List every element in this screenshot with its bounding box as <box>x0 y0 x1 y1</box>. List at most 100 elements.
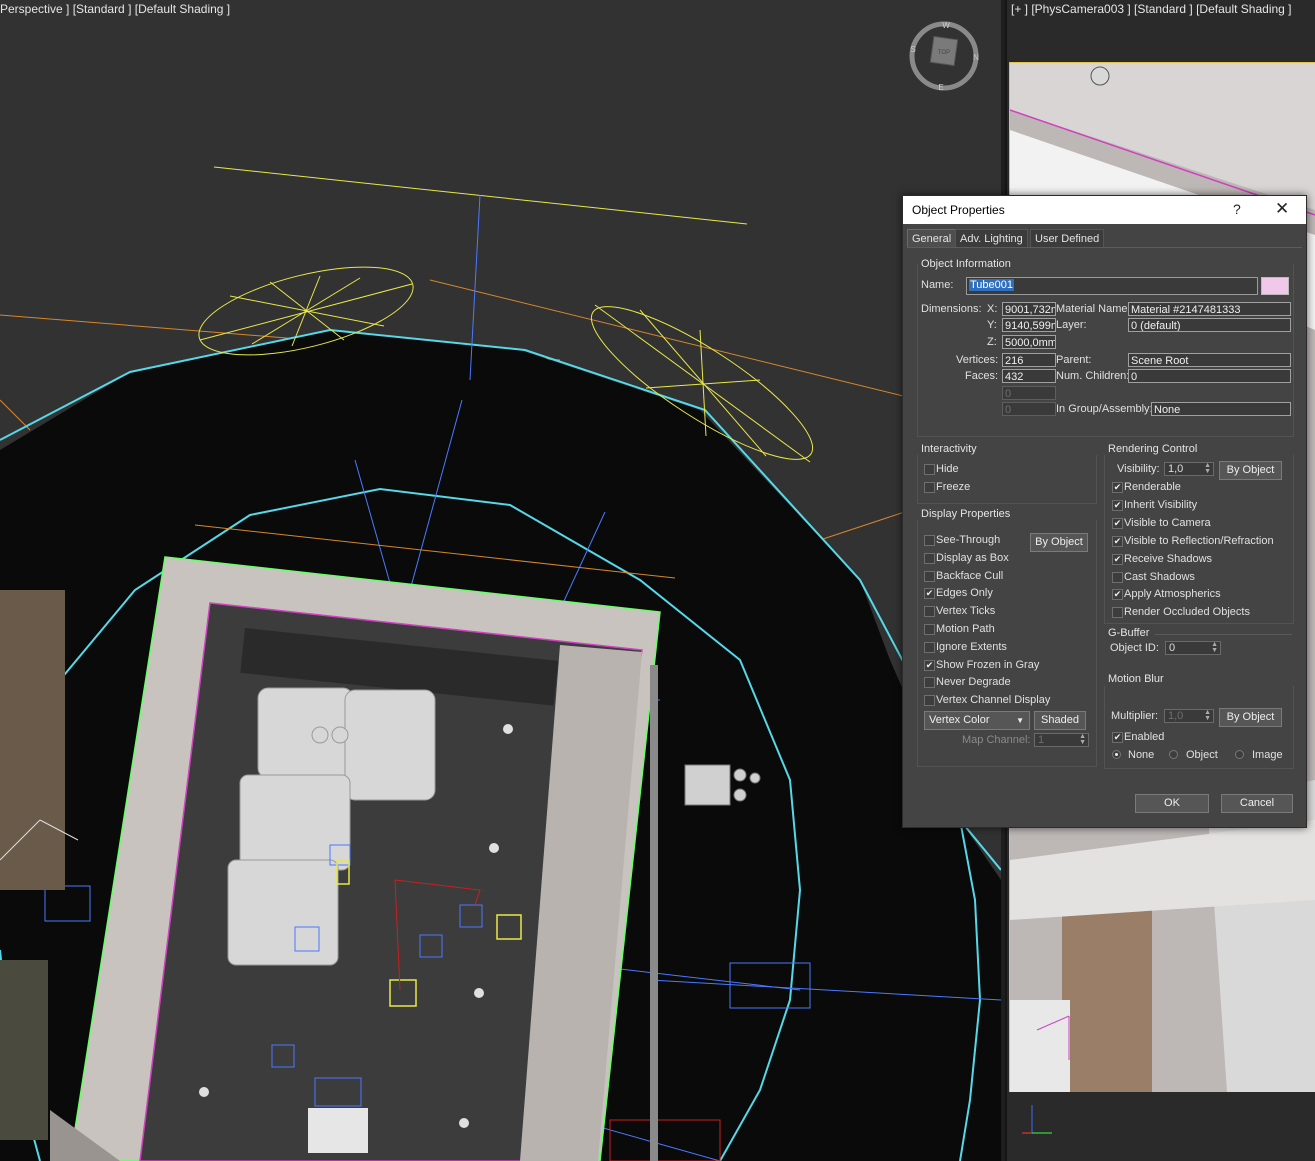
compass-w: S <box>910 45 915 54</box>
close-icon[interactable]: ✕ <box>1275 199 1289 219</box>
render-label-5: Cast Shadows <box>1124 570 1195 583</box>
blank-field-2: 0 <box>1002 402 1056 416</box>
dim-y-value: 9140,599m <box>1002 318 1056 332</box>
display-label-7: Show Frozen in Gray <box>936 658 1040 671</box>
render-by-object-button[interactable]: By Object <box>1219 461 1282 480</box>
render-label-1: Inherit Visibility <box>1124 498 1198 511</box>
camera-viewport-label[interactable]: [+ ] [PhysCamera003 ] [Standard ] [Defau… <box>1011 2 1292 16</box>
render-checkbox-0[interactable]: ✔ <box>1112 482 1123 493</box>
freeze-checkbox[interactable] <box>924 482 935 493</box>
render-checkbox-6[interactable]: ✔ <box>1112 589 1123 601</box>
dim-z-label: Z: <box>987 336 997 348</box>
display-label-1: Display as Box <box>936 551 1009 564</box>
scene-canvas <box>0 166 1001 1161</box>
name-label: Name: <box>921 279 954 291</box>
motion-by-object-button[interactable]: By Object <box>1219 708 1282 727</box>
object-color-swatch[interactable] <box>1261 277 1289 295</box>
map-channel-spinner[interactable]: 1 ▲ ▼ <box>1034 733 1089 747</box>
gbuffer-title: G-Buffer <box>1108 627 1150 639</box>
display-checkbox-9[interactable] <box>924 695 935 707</box>
object-properties-dialog: Object Properties ? ✕ General Adv. Light… <box>902 195 1307 828</box>
light-wire-line <box>213 166 748 225</box>
group-assembly-label: In Group/Assembly: <box>1056 403 1153 415</box>
display-label-9: Vertex Channel Display <box>936 694 1051 707</box>
image-radio[interactable] <box>1235 750 1244 759</box>
bench <box>308 1108 368 1153</box>
display-label-8: Never Degrade <box>936 676 1011 689</box>
faces-value: 432 <box>1002 369 1056 383</box>
render-label-6: Apply Atmospherics <box>1124 588 1221 601</box>
display-checkbox-7[interactable]: ✔ <box>924 659 935 671</box>
display-label-3: Edges Only <box>936 587 993 600</box>
dialog-titlebar[interactable]: Object Properties ? ✕ <box>903 196 1306 224</box>
rendering-control-title: Rendering Control <box>1108 443 1198 455</box>
render-checkbox-2[interactable]: ✔ <box>1112 517 1123 529</box>
hide-label: Hide <box>936 463 959 475</box>
render-label-4: Receive Shadows <box>1124 552 1213 565</box>
display-checkbox-4[interactable] <box>924 606 935 618</box>
render-checkbox-7[interactable] <box>1112 607 1123 619</box>
viewcube[interactable]: TOP W N E S <box>908 20 980 92</box>
multiplier-spinner[interactable]: 1,0 ▲ ▼ <box>1164 709 1214 723</box>
dimensions-label: Dimensions: <box>921 303 982 315</box>
floor-lamp-pole <box>650 665 658 1161</box>
material-name-label: Material Name: <box>1056 303 1131 315</box>
render-checkbox-4[interactable]: ✔ <box>1112 553 1123 565</box>
object-radio[interactable] <box>1169 750 1178 759</box>
object-radio-label: Object <box>1186 749 1218 761</box>
tab-general[interactable]: General <box>907 229 957 248</box>
display-checkbox-3[interactable]: ✔ <box>924 588 935 600</box>
dim-z-value: 5000,0mm <box>1002 335 1056 349</box>
display-label-5: Motion Path <box>936 623 995 635</box>
dim-x-label: X: <box>987 303 998 315</box>
cancel-button[interactable]: Cancel <box>1221 794 1293 813</box>
map-channel-label: Map Channel: <box>962 734 1031 746</box>
bench-edge <box>1010 1000 1070 1092</box>
render-label-7: Render Occluded Objects <box>1124 606 1250 619</box>
perspective-viewport[interactable]: Perspective ] [Standard ] [Default Shadi… <box>0 0 1001 1161</box>
none-radio[interactable] <box>1112 750 1121 759</box>
hide-checkbox[interactable] <box>924 464 935 475</box>
name-value: Tube001 <box>969 279 1015 291</box>
faces-label: Faces: <box>965 370 999 382</box>
viewcube-top-label: TOP <box>938 50 950 56</box>
render-checkbox-1[interactable]: ✔ <box>1112 499 1123 511</box>
display-properties-title: Display Properties <box>921 508 1011 520</box>
render-checkbox-5[interactable] <box>1112 571 1123 583</box>
shaded-button[interactable]: Shaded <box>1034 711 1086 730</box>
motion-blur-title: Motion Blur <box>1108 673 1164 685</box>
display-checkbox-6[interactable] <box>924 641 935 653</box>
compass-s: E <box>938 83 943 92</box>
compass-e: N <box>973 53 979 62</box>
material-name-value: Material #2147481333 <box>1128 302 1291 316</box>
render-checkbox-3[interactable]: ✔ <box>1112 535 1123 547</box>
name-field[interactable]: Tube001 <box>966 277 1258 295</box>
help-button[interactable]: ? <box>1233 201 1241 217</box>
interactivity-title: Interactivity <box>921 443 977 455</box>
vertex-color-select[interactable]: Vertex Color ▼ <box>924 711 1030 730</box>
blank-field-1: 0 <box>1002 386 1056 400</box>
visibility-spinner[interactable]: 1,0 ▲ ▼ <box>1164 462 1214 476</box>
display-checkbox-1[interactable] <box>924 552 935 564</box>
ok-button[interactable]: OK <box>1135 794 1209 813</box>
dialog-title: Object Properties <box>912 203 1005 217</box>
tab-user-defined[interactable]: User Defined <box>1030 229 1105 248</box>
display-checkbox-2[interactable] <box>924 570 935 582</box>
enabled-checkbox[interactable]: ✔ <box>1112 732 1123 743</box>
render-label-2: Visible to Camera <box>1124 516 1211 529</box>
side-table-leg <box>1062 890 1152 1092</box>
multiplier-label: Multiplier: <box>1111 710 1159 722</box>
axis-gizmo <box>1022 1105 1052 1134</box>
display-label-6: Ignore Extents <box>936 640 1007 653</box>
left-cabinet <box>0 590 65 890</box>
perspective-viewport-label[interactable]: Perspective ] [Standard ] [Default Shadi… <box>0 2 230 16</box>
object-id-spinner[interactable]: 0 ▲ ▼ <box>1165 641 1221 655</box>
tab-adv-lighting[interactable]: Adv. Lighting <box>955 229 1028 248</box>
display-label-4: Vertex Ticks <box>936 605 996 618</box>
display-by-object-button[interactable]: By Object <box>1030 533 1088 552</box>
display-checkbox-8[interactable] <box>924 677 935 689</box>
display-checkbox-5[interactable] <box>924 624 935 635</box>
render-label-0: Renderable <box>1124 481 1181 493</box>
display-checkbox-0[interactable] <box>924 535 935 546</box>
num-children-value: 0 <box>1128 369 1291 383</box>
